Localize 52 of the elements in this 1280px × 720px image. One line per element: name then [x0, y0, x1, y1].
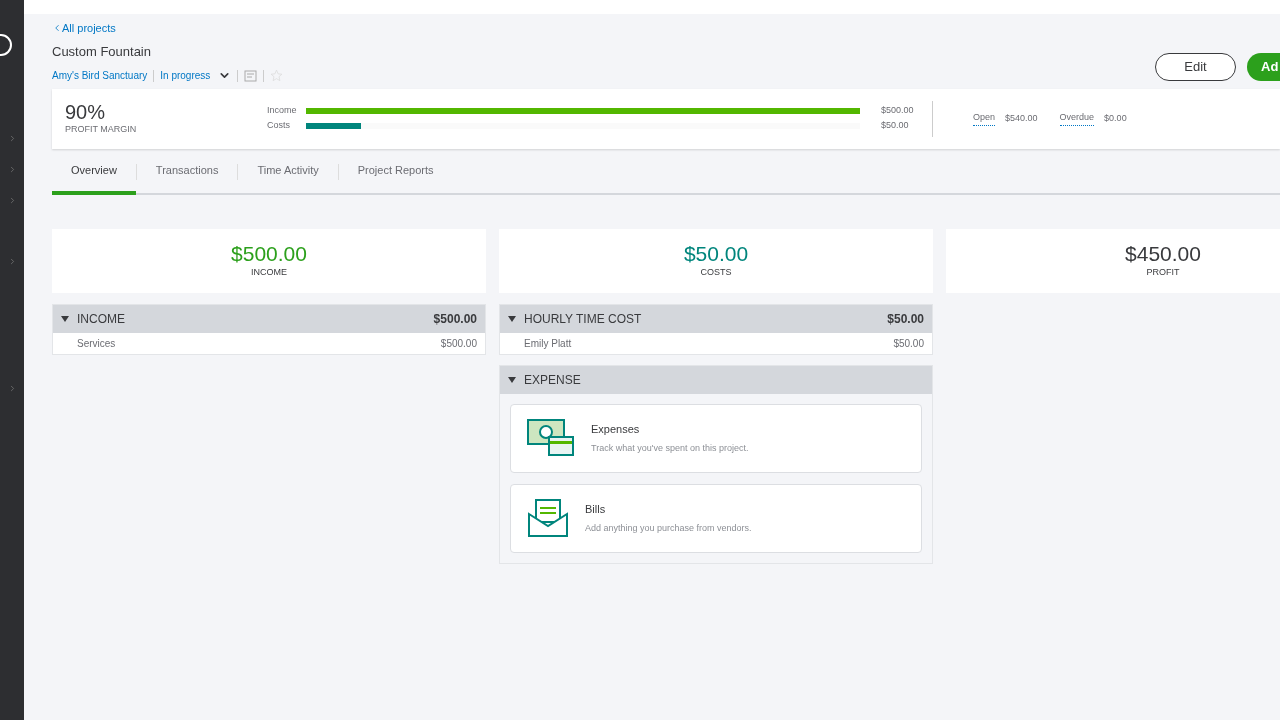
open-label[interactable]: Open — [973, 111, 996, 126]
chevron-left-icon — [52, 23, 62, 33]
triangle-icon — [508, 315, 516, 322]
envelope-icon — [527, 498, 569, 538]
card-title: Bills — [585, 502, 607, 517]
bar-amount: $50.00 — [881, 119, 909, 133]
back-link[interactable]: All projects — [52, 21, 1155, 35]
profit-margin-value: 90% — [65, 100, 107, 123]
row-name: Services — [77, 336, 116, 351]
total-label: PROFIT — [1146, 265, 1180, 279]
total-amount: $500.00 — [231, 241, 307, 266]
overdue-amount: $0.00 — [1104, 111, 1127, 125]
bar-label: Income — [266, 104, 298, 118]
note-icon[interactable] — [244, 69, 258, 82]
card-text: Track what you've spent on this project. — [591, 441, 749, 455]
edit-button[interactable]: Edit — [1155, 53, 1236, 81]
tab[interactable]: Overview — [52, 150, 136, 195]
customer-link[interactable]: Amy's Bird Sanctuary — [52, 68, 148, 83]
row-name: Emily Platt — [524, 336, 572, 351]
row-amount: $500.00 — [440, 336, 477, 351]
tab[interactable]: Project Reports — [338, 150, 453, 195]
section-total: $500.00 — [433, 310, 477, 328]
row-amount: $50.00 — [893, 336, 924, 351]
status-dropdown[interactable]: In progress — [160, 68, 232, 83]
section-title: HOURLY TIME COST — [524, 310, 643, 328]
section-title: INCOME — [77, 310, 126, 328]
card-text: Add anything you purchase from vendors. — [585, 521, 752, 535]
star-icon[interactable] — [270, 69, 284, 82]
bar-label: Costs — [266, 119, 291, 133]
money-card-icon — [527, 419, 575, 457]
add-card[interactable]: Bills Add anything you purchase from vendors. — [510, 483, 922, 553]
total-label: INCOME — [251, 265, 287, 279]
total-amount: $450.00 — [1125, 241, 1201, 266]
tab[interactable]: Time Activity — [238, 150, 338, 195]
project-title: Custom Fountain — [52, 43, 152, 61]
open-amount: $540.00 — [1005, 111, 1038, 125]
card-title: Expenses — [591, 422, 641, 437]
add-card[interactable]: Expenses Track what you've spent on this project. — [510, 403, 922, 473]
section-title: EXPENSE — [524, 371, 582, 389]
overdue-label[interactable]: Overdue — [1059, 111, 1095, 126]
section-header[interactable]: INCOME $500.00 — [53, 304, 485, 333]
total-amount: $50.00 — [683, 241, 749, 266]
total-label: COSTS — [700, 265, 732, 279]
triangle-icon — [508, 376, 516, 383]
tab[interactable]: Transactions — [136, 150, 238, 195]
section-total: $50.00 — [887, 310, 924, 328]
bar-amount: $500.00 — [881, 104, 914, 118]
add-button[interactable]: Ad — [1247, 53, 1280, 81]
section-header[interactable]: HOURLY TIME COST $50.00 — [500, 304, 932, 333]
profit-margin-label: PROFIT MARGIN — [65, 122, 138, 136]
triangle-icon — [61, 315, 69, 322]
section-header[interactable]: EXPENSE — [500, 365, 932, 394]
